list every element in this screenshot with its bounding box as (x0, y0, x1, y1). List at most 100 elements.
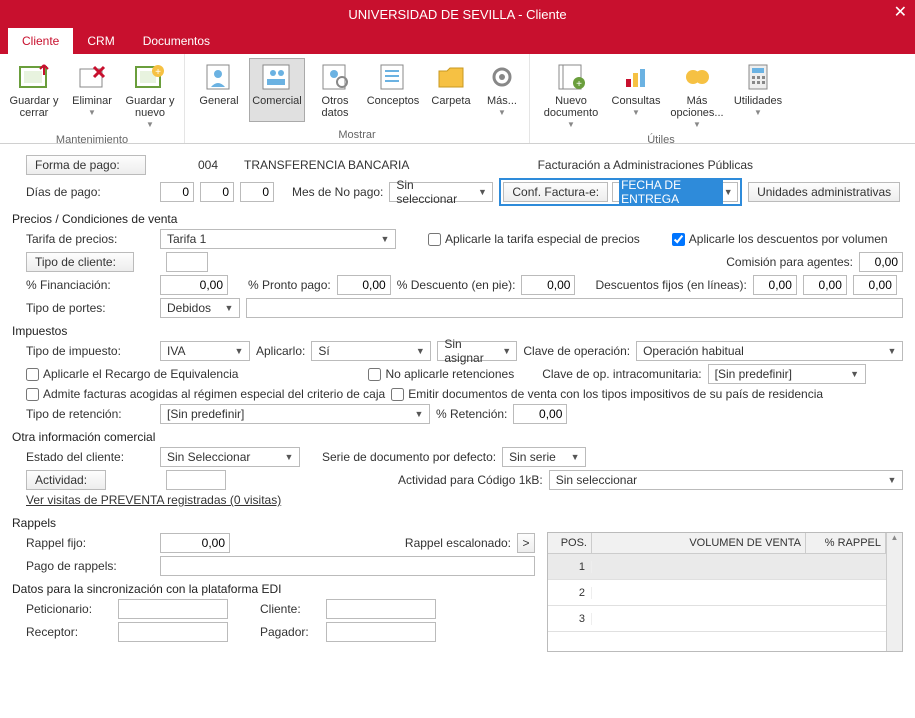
btn-mas[interactable]: Más... ▼ (481, 58, 523, 122)
btn-comercial[interactable]: Comercial (249, 58, 305, 122)
financiacion-input[interactable] (160, 275, 228, 295)
serie-select[interactable]: Sin serie▼ (502, 447, 586, 467)
desc-fijo-3[interactable] (853, 275, 897, 295)
delete-icon (74, 61, 110, 93)
cliente-input[interactable] (326, 599, 436, 619)
new-doc-icon: + (553, 61, 589, 93)
gear-icon (484, 61, 520, 93)
actividad-input[interactable] (166, 470, 226, 490)
btn-carpeta[interactable]: Carpeta (423, 58, 479, 122)
tipo-portes-extra[interactable] (246, 298, 903, 318)
chk-no-retenciones[interactable]: No aplicarle retenciones (368, 367, 514, 381)
estado-select[interactable]: Sin Seleccionar▼ (160, 447, 300, 467)
descuento-pie-input[interactable] (521, 275, 575, 295)
actividad-codigo-select[interactable]: Sin seleccionar▼ (549, 470, 903, 490)
chevron-down-icon: ▼ (88, 107, 96, 119)
forma-pago-button[interactable]: Forma de pago: (26, 155, 146, 175)
dias-pago-3[interactable] (240, 182, 274, 202)
section-precios: Precios / Condiciones de venta (12, 212, 903, 226)
pagador-input[interactable] (326, 622, 436, 642)
scrollbar[interactable]: ▲ (886, 533, 902, 651)
btn-guardar-cerrar[interactable]: Guardar y cerrar (6, 58, 62, 134)
desc-fijo-1[interactable] (753, 275, 797, 295)
table-row[interactable]: 2 (548, 580, 886, 606)
conf-facturae-select[interactable]: FECHA DE ENTREGA▼ (612, 182, 738, 202)
cliente-label: Cliente: (260, 602, 320, 616)
save-new-icon: + (132, 61, 168, 93)
btn-guardar-nuevo[interactable]: + Guardar y nuevo ▼ (122, 58, 178, 134)
ribbon-group-mostrar: General Comercial Otros datos Conceptos … (185, 54, 530, 143)
table-row[interactable]: 1 (548, 554, 886, 580)
conf-facturae-button[interactable]: Conf. Factura-e: (503, 182, 608, 202)
rappel-escalonado-button[interactable]: > (517, 533, 535, 553)
mes-no-pago-select[interactable]: Sin seleccionar▼ (389, 182, 493, 202)
tipo-cliente-input[interactable] (166, 252, 208, 272)
tipo-portes-select[interactable]: Debidos▼ (160, 298, 240, 318)
sin-asignar-select[interactable]: Sin asignar▼ (437, 341, 517, 361)
btn-nuevo-documento[interactable]: + Nuevo documento ▼ (536, 58, 606, 134)
actividad-codigo-label: Actividad para Código 1kB: (398, 473, 543, 487)
visitas-link[interactable]: Ver visitas de PREVENTA registradas (0 v… (26, 493, 281, 507)
btn-utilidades[interactable]: Utilidades ▼ (730, 58, 786, 134)
desc-fijo-2[interactable] (803, 275, 847, 295)
tab-crm[interactable]: CRM (73, 28, 128, 54)
close-icon[interactable]: ✕ (894, 2, 907, 22)
options-icon (679, 61, 715, 93)
unidades-admin-button[interactable]: Unidades administrativas (748, 182, 900, 202)
pagador-label: Pagador: (260, 625, 320, 639)
comision-input[interactable] (859, 252, 903, 272)
actividad-button[interactable]: Actividad: (26, 470, 106, 490)
tipo-retencion-label: Tipo de retención: (26, 407, 154, 421)
serie-label: Serie de documento por defecto: (322, 450, 496, 464)
chevron-down-icon: ▼ (632, 107, 640, 119)
btn-mas-opciones[interactable]: Más opciones... ▼ (666, 58, 728, 134)
clave-op-label: Clave de operación: (523, 344, 630, 358)
chevron-down-icon: ▼ (233, 346, 245, 356)
section-impuestos: Impuestos (12, 324, 903, 338)
rappel-fijo-input[interactable] (160, 533, 230, 553)
tipo-cliente-button[interactable]: Tipo de cliente: (26, 252, 134, 272)
descuentos-fijos-label: Descuentos fijos (en líneas): (595, 278, 746, 292)
facturae-highlight-group: Conf. Factura-e: FECHA DE ENTREGA▼ (499, 178, 742, 206)
ribbon-group-label: Mantenimiento (56, 134, 128, 146)
chevron-down-icon: ▼ (567, 119, 575, 131)
table-row[interactable]: 3 (548, 606, 886, 632)
clave-intracom-select[interactable]: [Sin predefinir]▼ (708, 364, 866, 384)
chart-icon (618, 61, 654, 93)
pct-retencion-input[interactable] (513, 404, 567, 424)
btn-general[interactable]: General (191, 58, 247, 122)
dias-pago-1[interactable] (160, 182, 194, 202)
ribbon: Guardar y cerrar Eliminar ▼ + Guardar y … (0, 54, 915, 144)
tipo-impuesto-select[interactable]: IVA▼ (160, 341, 250, 361)
btn-eliminar[interactable]: Eliminar ▼ (64, 58, 120, 134)
chk-tarifa-especial[interactable]: Aplicarle la tarifa especial de precios (428, 232, 640, 246)
tab-cliente[interactable]: Cliente (8, 28, 73, 54)
aplicarlo-select[interactable]: Sí▼ (311, 341, 431, 361)
svg-text:+: + (155, 67, 161, 78)
chk-criterio-caja[interactable]: Admite facturas acogidas al régimen espe… (26, 387, 385, 401)
btn-conceptos[interactable]: Conceptos (365, 58, 421, 122)
calculator-icon (740, 61, 776, 93)
col-pos: POS. (548, 533, 592, 553)
receptor-input[interactable] (118, 622, 228, 642)
btn-consultas[interactable]: Consultas ▼ (608, 58, 664, 134)
chk-descuentos-vol[interactable]: Aplicarle los descuentos por volumen (672, 232, 888, 246)
pago-rappels-input[interactable] (160, 556, 535, 576)
estado-label: Estado del cliente: (26, 450, 154, 464)
tarifa-select[interactable]: Tarifa 1▼ (160, 229, 396, 249)
chevron-down-icon: ▼ (146, 119, 154, 131)
dias-pago-2[interactable] (200, 182, 234, 202)
chevron-down-icon: ▼ (414, 346, 426, 356)
pronto-pago-input[interactable] (337, 275, 391, 295)
tab-documentos[interactable]: Documentos (129, 28, 224, 54)
clave-op-select[interactable]: Operación habitual▼ (636, 341, 903, 361)
col-vol: VOLUMEN DE VENTA (592, 533, 806, 553)
peticionario-input[interactable] (118, 599, 228, 619)
tipo-retencion-select[interactable]: [Sin predefinir]▼ (160, 404, 430, 424)
chk-emitir-docs[interactable]: Emitir documentos de venta con los tipos… (391, 387, 823, 401)
financiacion-label: % Financiación: (26, 278, 154, 292)
btn-otros-datos[interactable]: Otros datos (307, 58, 363, 122)
chevron-down-icon: ▼ (477, 187, 489, 197)
chk-recargo[interactable]: Aplicarle el Recargo de Equivalencia (26, 367, 238, 381)
chevron-down-icon: ▼ (886, 346, 898, 356)
